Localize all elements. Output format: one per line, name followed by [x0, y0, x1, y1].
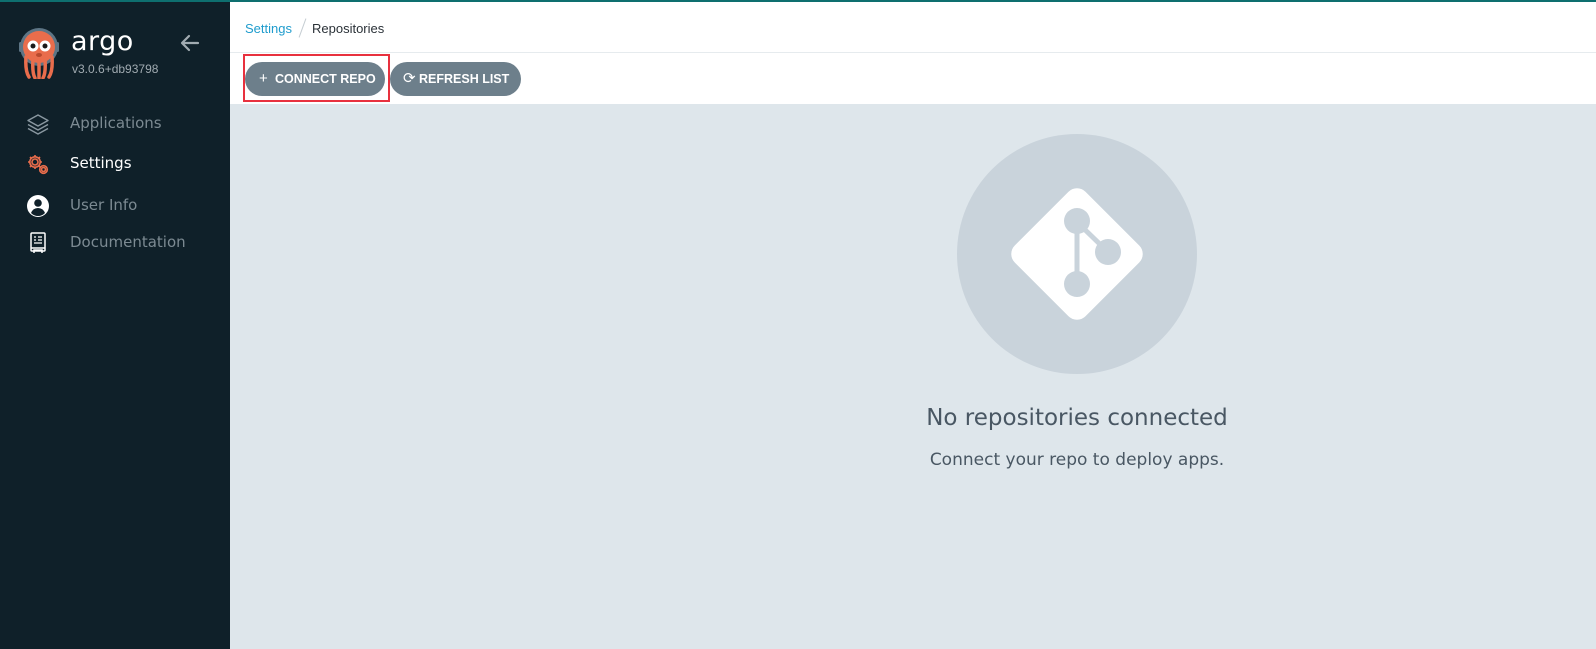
empty-state-circle — [957, 134, 1197, 374]
breadcrumb-separator — [298, 18, 307, 38]
brand-name: argo — [71, 26, 134, 57]
toolbar: + CONNECT REPO ⟳ REFRESH LIST — [230, 53, 1596, 104]
plus-icon: + — [259, 70, 268, 87]
refresh-list-label: REFRESH LIST — [419, 72, 510, 86]
main-content: No repositories connected Connect your r… — [230, 104, 1596, 649]
empty-state-title: No repositories connected — [926, 405, 1228, 431]
user-circle-icon — [27, 195, 49, 217]
collapse-sidebar-icon[interactable] — [178, 31, 202, 55]
argo-logo-icon — [19, 28, 59, 79]
layers-icon — [27, 114, 49, 135]
sidebar-item-applications[interactable]: Applications — [0, 106, 230, 142]
breadcrumb-settings-link[interactable]: Settings — [245, 21, 292, 36]
sidebar-item-label: Settings — [70, 154, 132, 172]
sidebar-item-documentation[interactable]: Documentation — [0, 225, 230, 261]
refresh-icon: ⟳ — [403, 70, 416, 87]
sidebar-item-label: User Info — [70, 196, 138, 214]
breadcrumb: Settings Repositories — [245, 18, 385, 38]
page-header: Settings Repositories — [230, 2, 1596, 53]
connect-repo-button[interactable]: + CONNECT REPO — [245, 62, 385, 96]
gear-icon — [28, 155, 49, 175]
sidebar-item-user-info[interactable]: User Info — [0, 188, 230, 224]
sidebar-item-label: Documentation — [70, 233, 186, 251]
sidebar-item-label: Applications — [70, 114, 162, 132]
sidebar: argo v3.0.6+db93798 Applications Setting… — [0, 0, 230, 649]
app-version: v3.0.6+db93798 — [72, 62, 159, 76]
book-icon — [30, 232, 46, 253]
refresh-list-button[interactable]: ⟳ REFRESH LIST — [390, 62, 521, 96]
page-title: Repositories — [311, 21, 385, 36]
top-accent-line — [0, 0, 1596, 2]
connect-repo-label: CONNECT REPO — [275, 72, 376, 86]
empty-state-subtitle: Connect your repo to deploy apps. — [929, 450, 1225, 470]
git-icon — [1011, 188, 1143, 320]
sidebar-item-settings[interactable]: Settings — [0, 146, 230, 182]
